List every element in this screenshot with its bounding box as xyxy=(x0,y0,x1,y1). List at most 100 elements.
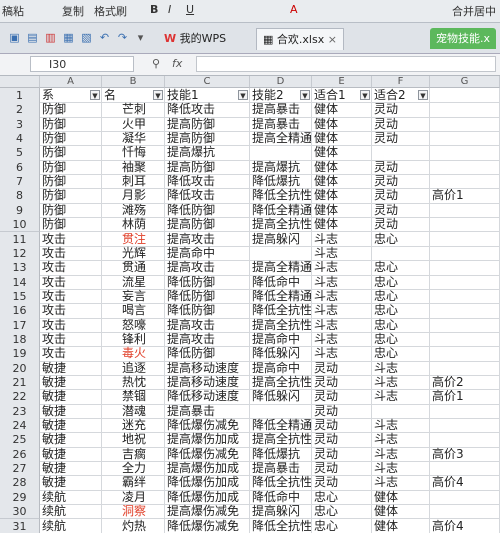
table-cell[interactable] xyxy=(250,403,312,420)
row-header[interactable]: 20 xyxy=(0,360,40,376)
spreadsheet-grid[interactable]: A B C D E F G 1 系 ▼ 名 ▼ 技能1 ▼ 技能2 ▼ 适合1 ▼ 适合2 ▼ 2 防御 芒刺 降低攻击 提高暴… xyxy=(0,76,500,533)
table-cell[interactable] xyxy=(430,174,500,190)
folder-icon[interactable]: ▣ xyxy=(8,31,21,44)
table-cell[interactable]: 提高攻击 xyxy=(165,331,250,348)
table-cell[interactable]: 灵动 xyxy=(312,432,372,448)
filter-dropdown-icon[interactable]: ▼ xyxy=(418,90,428,100)
table-cell[interactable] xyxy=(250,145,312,161)
row-header[interactable]: 16 xyxy=(0,303,40,319)
table-cell[interactable] xyxy=(372,245,430,262)
table-cell[interactable] xyxy=(430,116,500,133)
table-cell[interactable]: 敏捷 xyxy=(40,446,102,463)
table-cell[interactable]: 追逐 xyxy=(102,360,165,376)
zoom-icon[interactable]: ⚲ xyxy=(152,57,160,70)
table-cell[interactable]: 灵动 xyxy=(312,360,372,376)
table-cell[interactable]: 提高命中 xyxy=(250,331,312,348)
table-cell[interactable]: 忠心 xyxy=(312,504,372,520)
table-cell[interactable]: 提高命中 xyxy=(165,245,250,262)
table-cell[interactable]: 斗志 xyxy=(372,432,430,448)
row-header[interactable]: 13 xyxy=(0,260,40,276)
pdf-icon[interactable]: ▥ xyxy=(44,31,57,44)
row-header[interactable]: 29 xyxy=(0,489,40,506)
table-cell[interactable]: 降低攻击 xyxy=(165,174,250,190)
table-cell[interactable]: 喝言 xyxy=(102,303,165,319)
table-cell[interactable]: 斗志 xyxy=(372,475,430,491)
table-cell[interactable] xyxy=(430,418,500,434)
table-cell[interactable]: 降低爆伤减免 xyxy=(165,446,250,463)
table-cell[interactable]: 提高防御 xyxy=(165,116,250,133)
save-icon[interactable]: ▤ xyxy=(26,31,39,44)
format-painter-button[interactable]: 格式刷 xyxy=(94,3,127,19)
row-header[interactable]: 9 xyxy=(0,202,40,219)
table-cell[interactable]: 灵动 xyxy=(372,174,430,190)
row-header[interactable]: 26 xyxy=(0,446,40,463)
table-cell[interactable]: 灵动 xyxy=(372,159,430,176)
table-cell[interactable]: 防御 xyxy=(40,145,102,161)
table-cell[interactable]: 续航 xyxy=(40,518,102,533)
column-header-c[interactable]: C xyxy=(165,76,250,88)
table-cell[interactable] xyxy=(430,331,500,348)
table-cell[interactable]: 提高爆抗 xyxy=(250,159,312,176)
merge-center-button[interactable]: 合并居中 xyxy=(452,3,496,19)
table-cell[interactable]: 高价2 xyxy=(430,375,500,391)
table-cell[interactable]: 斗志 xyxy=(312,317,372,333)
row-header[interactable]: 3 xyxy=(0,116,40,133)
italic-button[interactable]: I xyxy=(168,3,171,16)
row-header[interactable]: 11 xyxy=(0,231,40,247)
print-icon[interactable]: ▦ xyxy=(62,31,75,44)
table-cell[interactable]: 降低全精通 xyxy=(250,288,312,305)
table-cell[interactable]: 敏捷 xyxy=(40,461,102,477)
table-cell[interactable]: 提高全抗性 xyxy=(250,317,312,333)
table-cell[interactable] xyxy=(430,202,500,219)
table-cell[interactable]: 忠心 xyxy=(372,317,430,333)
table-cell[interactable]: 斗志 xyxy=(372,446,430,463)
table-cell[interactable]: 灵动 xyxy=(372,102,430,118)
filter-dropdown-icon[interactable]: ▼ xyxy=(153,90,163,100)
table-cell[interactable]: 灵动 xyxy=(312,375,372,391)
table-cell[interactable]: 提高暴击 xyxy=(165,403,250,420)
table-cell[interactable]: 斗志 xyxy=(372,461,430,477)
row-header[interactable]: 27 xyxy=(0,461,40,477)
redo-icon[interactable]: ↷ xyxy=(116,31,129,44)
table-cell[interactable]: 降低爆伤加成 xyxy=(165,475,250,491)
table-cell[interactable]: 贯注 xyxy=(102,231,165,247)
table-cell[interactable]: 灵动 xyxy=(312,475,372,491)
table-cell[interactable]: 灵动 xyxy=(372,131,430,147)
table-cell[interactable]: 灵动 xyxy=(372,116,430,133)
table-cell[interactable]: 续航 xyxy=(40,504,102,520)
table-cell[interactable]: 忠心 xyxy=(372,231,430,247)
table-cell[interactable]: 降低全抗性 xyxy=(250,303,312,319)
table-cell[interactable] xyxy=(430,461,500,477)
table-cell[interactable]: 怒嚎 xyxy=(102,317,165,333)
table-cell[interactable]: 忠心 xyxy=(312,489,372,506)
tab-file[interactable]: ▦ 合欢.xlsx × xyxy=(256,28,344,50)
table-cell[interactable]: 敏捷 xyxy=(40,432,102,448)
table-cell[interactable]: 提高防御 xyxy=(165,217,250,233)
table-cell[interactable]: 防御 xyxy=(40,159,102,176)
table-cell[interactable]: 迷充 xyxy=(102,418,165,434)
table-cell[interactable]: 敏捷 xyxy=(40,389,102,405)
table-cell[interactable]: 健体 xyxy=(312,116,372,133)
table-cell[interactable]: 忏悔 xyxy=(102,145,165,161)
table-cell[interactable]: 防御 xyxy=(40,102,102,118)
column-header-d[interactable]: D xyxy=(250,76,312,88)
table-cell[interactable]: 降低全抗性 xyxy=(250,518,312,533)
header-cell[interactable]: 适合2 ▼ xyxy=(372,88,430,104)
table-cell[interactable]: 降低命中 xyxy=(250,489,312,506)
table-cell[interactable]: 提高全精通 xyxy=(250,131,312,147)
row-header[interactable]: 21 xyxy=(0,375,40,391)
table-cell[interactable]: 降低防御 xyxy=(165,274,250,290)
table-cell[interactable]: 妄言 xyxy=(102,288,165,305)
table-cell[interactable]: 斗志 xyxy=(372,375,430,391)
table-cell[interactable]: 提高全抗性 xyxy=(250,375,312,391)
table-cell[interactable]: 攻击 xyxy=(40,231,102,247)
table-cell[interactable]: 刺耳 xyxy=(102,174,165,190)
table-cell[interactable] xyxy=(430,131,500,147)
copy-button[interactable]: 复制 xyxy=(62,3,84,19)
table-cell[interactable]: 敏捷 xyxy=(40,475,102,491)
table-cell[interactable]: 芒刺 xyxy=(102,102,165,118)
table-cell[interactable]: 凌月 xyxy=(102,489,165,506)
table-cell[interactable]: 禁锢 xyxy=(102,389,165,405)
row-header[interactable]: 31 xyxy=(0,518,40,533)
table-cell[interactable]: 提高防御 xyxy=(165,131,250,147)
